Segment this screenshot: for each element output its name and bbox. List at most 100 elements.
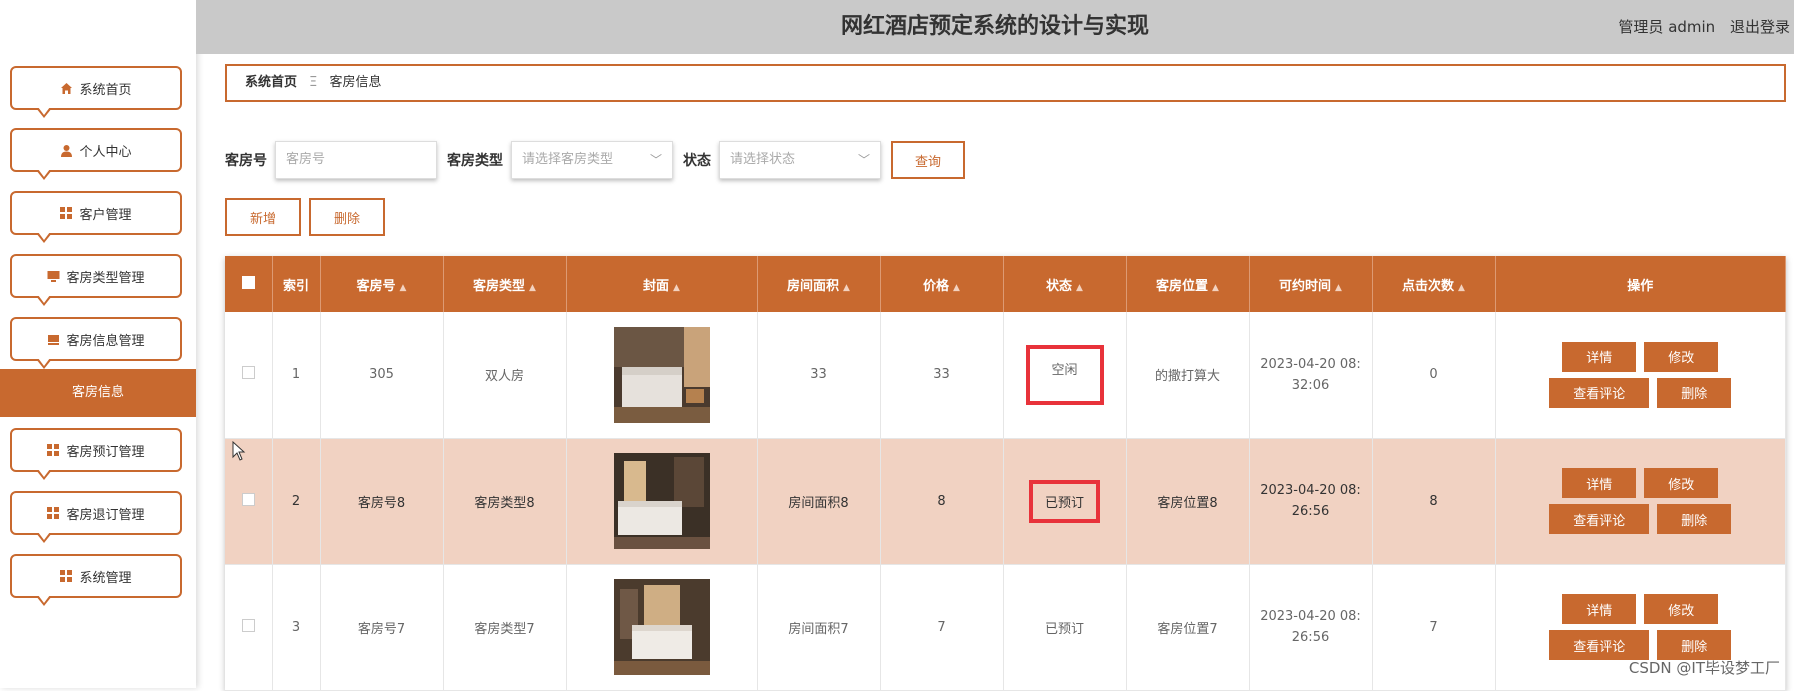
time-line: 26:56 (1250, 630, 1372, 645)
col-label: 可约时间 (1279, 279, 1331, 294)
sidebar-item-label: 个人中心 (79, 141, 131, 160)
col-cover[interactable]: 封面▲ (566, 256, 757, 312)
col-price[interactable]: 价格▲ (880, 256, 1003, 312)
page-title: 网红酒店预定系统的设计与实现 (196, 0, 1794, 54)
col-label: 客房号 (357, 279, 396, 294)
col-label: 客房类型 (473, 279, 525, 294)
cell-location: 客房位置8 (1126, 438, 1249, 564)
table-row: 1 305 双人房 33 33 空闲 的撒打算大 2023-04-20 08:3… (225, 312, 1786, 438)
sidebar-item-profile[interactable]: 个人中心 (10, 128, 182, 172)
sidebar-item-system[interactable]: 系统管理 (10, 554, 182, 598)
time-line: 2023-04-20 08: (1250, 483, 1372, 498)
bed-icon (47, 333, 60, 346)
col-label: 价格 (923, 279, 949, 294)
sidebar-item-home[interactable]: 系统首页 (10, 66, 182, 110)
cell-room-type: 客房类型8 (443, 438, 566, 564)
add-button[interactable]: 新增 (225, 198, 301, 236)
sidebar-item-label: 客房预订管理 (66, 441, 144, 460)
cell-location: 客房位置7 (1126, 564, 1249, 690)
view-comments-button[interactable]: 查看评论 (1549, 504, 1649, 534)
grid-icon (60, 207, 72, 219)
sidebar-item-room-info[interactable]: 客房信息管理 (10, 317, 182, 361)
room-type-select[interactable]: 请选择客房类型 ﹀ (511, 141, 673, 179)
col-room-no[interactable]: 客房号▲ (320, 256, 443, 312)
col-time[interactable]: 可约时间▲ (1249, 256, 1372, 312)
batch-delete-button[interactable]: 删除 (309, 198, 385, 236)
col-clicks[interactable]: 点击次数▲ (1372, 256, 1495, 312)
sidebar-item-label: 客户管理 (79, 204, 131, 223)
sort-icon: ▲ (1076, 283, 1083, 293)
sort-icon: ▲ (1212, 283, 1219, 293)
status-select[interactable]: 请选择状态 ﹀ (719, 141, 881, 179)
col-label: 客房位置 (1156, 279, 1208, 294)
row-checkbox[interactable] (242, 366, 255, 379)
breadcrumb-current: 客房信息 (330, 75, 382, 90)
row-checkbox[interactable] (242, 619, 255, 632)
cell-price: 8 (880, 438, 1003, 564)
col-location[interactable]: 客房位置 ▲ (1126, 256, 1249, 312)
col-area[interactable]: 房间面积▲ (757, 256, 880, 312)
breadcrumb-home[interactable]: 系统首页 (245, 75, 297, 90)
col-status[interactable]: 状态▲ (1003, 256, 1126, 312)
sidebar-item-room-types[interactable]: 客房类型管理 (10, 254, 182, 298)
col-ops: 操作 (1495, 256, 1786, 312)
col-room-type[interactable]: 客房类型▲ (443, 256, 566, 312)
select-all-checkbox[interactable] (242, 276, 255, 289)
cell-location: 的撒打算大 (1126, 312, 1249, 438)
detail-button[interactable]: 详情 (1562, 342, 1636, 372)
cell-status: 已预订 (1003, 438, 1126, 564)
delete-button[interactable]: 删除 (1657, 504, 1731, 534)
cell-room-type: 双人房 (443, 312, 566, 438)
sidebar-item-cancellations[interactable]: 客房退订管理 (10, 491, 182, 535)
room-type-placeholder: 请选择客房类型 (522, 152, 613, 167)
edit-button[interactable]: 修改 (1644, 342, 1718, 372)
monitor-icon (47, 270, 60, 283)
room-no-input[interactable]: 客房号 (275, 141, 437, 179)
time-line: 32:06 (1250, 378, 1372, 393)
edit-button[interactable]: 修改 (1644, 594, 1718, 624)
detail-button[interactable]: 详情 (1562, 468, 1636, 498)
sidebar-item-bookings[interactable]: 客房预订管理 (10, 428, 182, 472)
cell-index: 2 (272, 438, 320, 564)
room-type-label: 客房类型 (447, 150, 503, 170)
cell-time: 2023-04-20 08:26:56 (1249, 438, 1372, 564)
delete-button[interactable]: 删除 (1657, 378, 1731, 408)
detail-button[interactable]: 详情 (1562, 594, 1636, 624)
grid-icon (47, 507, 59, 519)
sidebar-item-label: 系统管理 (79, 567, 131, 586)
room-cover-image[interactable] (614, 327, 710, 423)
logout-link[interactable]: 退出登录 (1730, 18, 1790, 36)
grid-icon (47, 444, 59, 456)
view-comments-button[interactable]: 查看评论 (1549, 630, 1649, 660)
col-label: 点击次数 (1402, 279, 1454, 294)
room-cover-image[interactable] (614, 453, 710, 549)
delete-button[interactable]: 删除 (1657, 630, 1731, 660)
row-checkbox[interactable] (242, 493, 255, 506)
time-line: 2023-04-20 08: (1250, 357, 1372, 372)
cell-room-no: 客房号7 (320, 564, 443, 690)
ops-row: 查看评论 删除 (1496, 504, 1786, 534)
col-label: 封面 (643, 279, 669, 294)
room-cover-image[interactable] (614, 579, 710, 675)
status-placeholder: 请选择状态 (730, 152, 795, 167)
sort-icon: ▲ (843, 283, 850, 293)
cell-room-type: 客房类型7 (443, 564, 566, 690)
cell-clicks: 0 (1372, 312, 1495, 438)
view-comments-button[interactable]: 查看评论 (1549, 378, 1649, 408)
table-header-row: 索引 客房号▲ 客房类型▲ 封面▲ 房间面积▲ 价格▲ 状态▲ 客房位置▲ 可约… (225, 256, 1786, 312)
cell-time: 2023-04-20 08: 26:56 (1249, 564, 1372, 690)
row-select-cell (225, 312, 272, 438)
ops-row: 详情 修改 (1496, 594, 1786, 624)
room-no-label: 客房号 (225, 150, 267, 170)
cell-cover (566, 438, 757, 564)
edit-button[interactable]: 修改 (1644, 468, 1718, 498)
ops-row: 查看评论 删除 (1496, 630, 1786, 660)
sidebar-item-customers[interactable]: 客户管理 (10, 191, 182, 235)
col-index: 索引 (272, 256, 320, 312)
sidebar-subitem-room-info[interactable]: 客房信息 (0, 369, 196, 417)
cell-area: 房间面积7 (757, 564, 880, 690)
query-button[interactable]: 查询 (891, 141, 965, 179)
time-line: 2023-04-20 08: (1250, 609, 1372, 624)
grid-icon (60, 570, 72, 582)
user-icon (60, 144, 73, 157)
